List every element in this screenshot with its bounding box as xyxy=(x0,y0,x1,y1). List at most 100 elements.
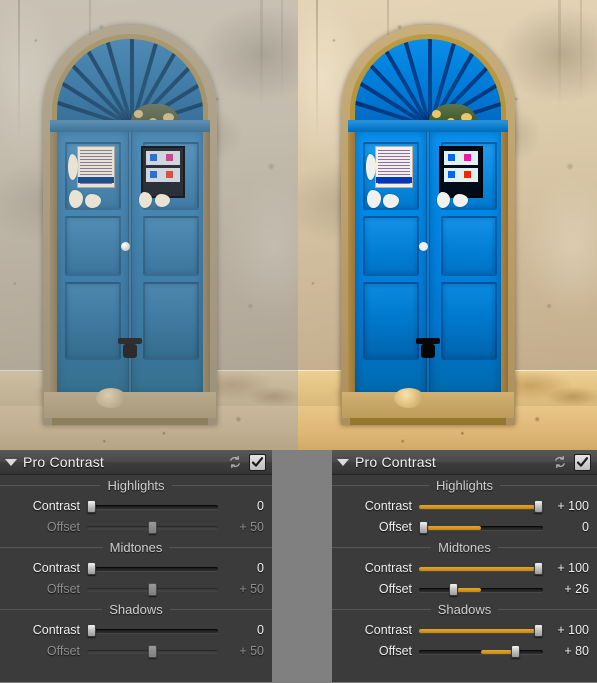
slider-label: Contrast xyxy=(32,498,80,513)
slider-track[interactable] xyxy=(87,628,218,633)
slider-handle[interactable] xyxy=(534,623,543,637)
enable-checkbox[interactable] xyxy=(249,453,266,471)
slider-value: + 80 xyxy=(564,643,589,658)
slider-row-shadows-contrast[interactable]: Contrast 0 xyxy=(0,619,272,640)
slider-handle[interactable] xyxy=(419,520,428,534)
slider-row-shadows-offset[interactable]: Offset + 50 xyxy=(0,640,272,661)
slider-label: Offset xyxy=(378,519,412,534)
rule-left xyxy=(0,546,103,548)
after-image xyxy=(298,0,597,450)
section-header-midtones: Midtones xyxy=(332,537,597,557)
slider-row-highlights-offset[interactable]: Offset + 50 xyxy=(0,516,272,537)
slider-row-highlights-offset[interactable]: Offset 0 xyxy=(332,516,597,537)
slider-row-shadows-offset[interactable]: Offset + 80 xyxy=(332,640,597,661)
slider-label: Contrast xyxy=(364,560,412,575)
slider-label: Offset xyxy=(378,581,412,596)
slider-value: + 100 xyxy=(557,622,589,637)
triangle-down-icon[interactable] xyxy=(337,458,349,466)
door-step xyxy=(44,392,216,418)
slider-track-area[interactable] xyxy=(87,499,218,513)
slider-label: Contrast xyxy=(364,622,412,637)
slider-value: + 50 xyxy=(239,643,264,658)
slider-track-area[interactable] xyxy=(87,644,218,658)
panel-titlebar[interactable]: Pro Contrast xyxy=(332,450,597,475)
slider-track-area[interactable] xyxy=(87,561,218,575)
door-knob xyxy=(121,242,130,251)
section-label: Midtones xyxy=(109,539,163,555)
poster-left xyxy=(375,146,413,188)
slider-fill xyxy=(419,504,543,509)
slider-label: Contrast xyxy=(364,498,412,513)
slider-row-midtones-offset[interactable]: Offset + 50 xyxy=(0,578,272,599)
slider-handle[interactable] xyxy=(87,499,96,513)
slider-value: 0 xyxy=(582,519,589,534)
slider-handle[interactable] xyxy=(148,520,157,534)
slider-value: + 26 xyxy=(564,581,589,596)
slider-track-area[interactable] xyxy=(87,582,218,596)
slider-track-area[interactable] xyxy=(419,520,543,534)
slider-row-midtones-offset[interactable]: Offset + 26 xyxy=(332,578,597,599)
rule-left xyxy=(0,608,103,610)
reset-icon[interactable] xyxy=(228,455,242,469)
section-header-highlights: Highlights xyxy=(332,475,597,495)
compare-view: Pro Contrast Highlights Contrast 0 Offset + 5… xyxy=(0,0,597,682)
poster-left xyxy=(77,146,115,188)
slider-value: 0 xyxy=(257,560,264,575)
slider-handle[interactable] xyxy=(534,561,543,575)
rule-right xyxy=(498,608,597,610)
slider-track-area[interactable] xyxy=(87,520,218,534)
slider-value: 0 xyxy=(257,622,264,637)
before-image xyxy=(0,0,298,450)
slider-row-midtones-contrast[interactable]: Contrast 0 xyxy=(0,557,272,578)
section-label: Highlights xyxy=(107,477,165,493)
slider-track[interactable] xyxy=(87,504,218,509)
panel-title: Pro Contrast xyxy=(355,454,436,470)
slider-handle[interactable] xyxy=(87,623,96,637)
reset-icon[interactable] xyxy=(553,455,567,469)
slider-handle[interactable] xyxy=(448,582,458,596)
slider-track[interactable] xyxy=(419,587,543,592)
slider-row-highlights-contrast[interactable]: Contrast 0 xyxy=(0,495,272,516)
slider-track-area[interactable] xyxy=(419,644,543,658)
slider-label: Offset xyxy=(46,519,80,534)
slider-value: + 50 xyxy=(239,581,264,596)
threshold-stone xyxy=(394,388,424,408)
padlock xyxy=(123,344,137,358)
slider-track-area[interactable] xyxy=(419,561,543,575)
slider-handle[interactable] xyxy=(511,644,520,658)
slider-handle[interactable] xyxy=(87,561,96,575)
section-header-shadows: Shadows xyxy=(0,599,273,619)
rule-left xyxy=(332,484,429,486)
slider-fill xyxy=(419,566,543,571)
slider-label: Contrast xyxy=(32,560,80,575)
slider-value: + 50 xyxy=(239,519,264,534)
slider-track-area[interactable] xyxy=(87,623,218,637)
rule-left xyxy=(332,546,432,548)
pro-contrast-panel-after: Pro Contrast Highlights Contrast + 100 Offse… xyxy=(332,450,597,682)
slider-track-area[interactable] xyxy=(419,582,543,596)
enable-checkbox[interactable] xyxy=(574,453,591,471)
slider-track[interactable] xyxy=(87,566,218,571)
slider-fill xyxy=(419,628,543,633)
door-scene-before xyxy=(0,0,298,450)
slider-value: + 100 xyxy=(557,560,589,575)
slider-row-highlights-contrast[interactable]: Contrast + 100 xyxy=(332,495,597,516)
slider-row-shadows-contrast[interactable]: Contrast + 100 xyxy=(332,619,597,640)
slider-handle[interactable] xyxy=(148,582,157,596)
slider-value: 0 xyxy=(257,498,264,513)
slider-handle[interactable] xyxy=(534,499,543,513)
panel-body: Highlights Contrast 0 Offset + 50 Midtones Con… xyxy=(0,475,273,683)
triangle-down-icon[interactable] xyxy=(5,458,17,466)
rule-right xyxy=(169,546,272,548)
rule-right xyxy=(169,608,273,610)
framed-notice xyxy=(141,146,185,198)
slider-row-midtones-contrast[interactable]: Contrast + 100 xyxy=(332,557,597,578)
slider-handle[interactable] xyxy=(148,644,157,658)
blue-door xyxy=(57,132,203,394)
slider-track-area[interactable] xyxy=(419,623,543,637)
rule-left xyxy=(0,484,101,486)
section-label: Shadows xyxy=(437,601,492,617)
panel-titlebar[interactable]: Pro Contrast xyxy=(0,450,272,475)
slider-track-area[interactable] xyxy=(419,499,543,513)
panel-gutter xyxy=(272,450,332,682)
